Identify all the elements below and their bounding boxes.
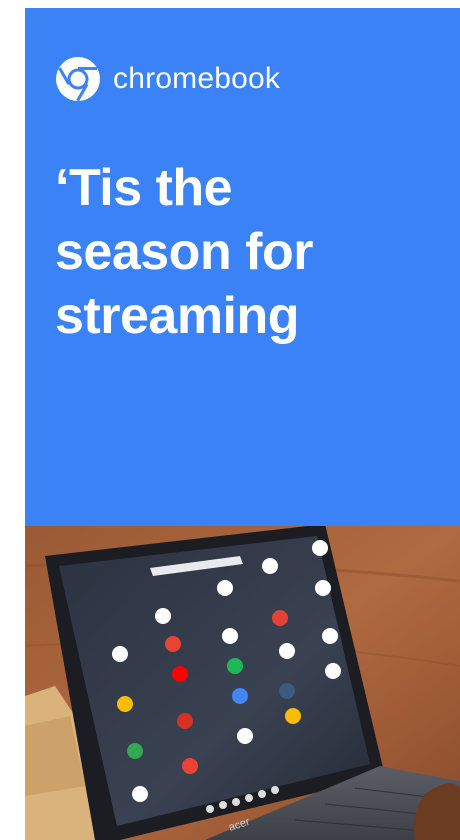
chromebook-ad[interactable]: chromebook ‘Tis the season for streaming <box>25 8 460 840</box>
headline: ‘Tis the season for streaming <box>55 156 445 348</box>
ad-blue-panel: chromebook ‘Tis the season for streaming <box>25 8 460 526</box>
headline-line-1: ‘Tis the <box>55 159 233 217</box>
headline-line-3: streaming <box>55 287 300 345</box>
headline-line-2: season for <box>55 223 313 281</box>
brand-name: chromebook <box>113 62 281 95</box>
brand-lockup: chromebook <box>55 56 280 102</box>
chromebook-laptop-photo: acer <box>25 526 460 840</box>
chrome-logo-icon <box>55 56 101 102</box>
